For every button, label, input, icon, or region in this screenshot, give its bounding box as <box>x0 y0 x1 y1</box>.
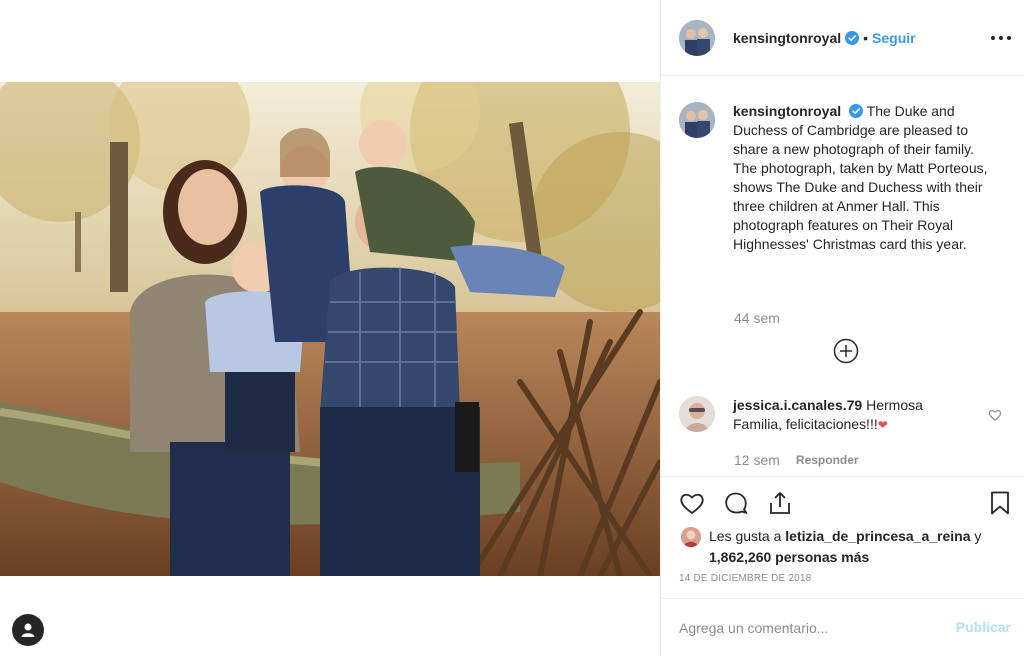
likes-joiner: y <box>974 528 982 544</box>
post-header: kensingtonroyal • Seguir <box>661 0 1024 76</box>
comment-icon[interactable] <box>723 490 749 516</box>
header-separator: • <box>863 29 869 46</box>
caption-timestamp[interactable]: 44 sem <box>734 310 780 326</box>
comment-input[interactable] <box>679 617 939 639</box>
heart-emoji: ❤ <box>877 418 888 432</box>
author-username[interactable]: kensingtonroyal <box>733 30 841 46</box>
publish-button[interactable]: Publicar <box>956 619 1011 635</box>
commenter-avatar[interactable] <box>679 396 715 432</box>
bookmark-icon[interactable] <box>987 490 1013 516</box>
caption-text-block: kensingtonroyal The Duke and Duchess of … <box>733 102 995 254</box>
post-caption: kensingtonroyal The Duke and Duchess of … <box>679 102 1009 254</box>
action-bar <box>661 476 1024 528</box>
post-side-panel: kensingtonroyal • Seguir kensingtonroyal <box>660 0 1024 656</box>
media-area <box>0 0 660 656</box>
verified-badge-icon <box>845 30 860 45</box>
heart-icon[interactable] <box>679 490 705 516</box>
likes-text: Les gusta a letizia_de_princesa_a_reina … <box>709 526 981 568</box>
comment-heart-icon[interactable] <box>988 408 1002 422</box>
likes-count[interactable]: 1,862,260 personas más <box>709 549 869 565</box>
add-comment-section: Publicar <box>661 598 1024 656</box>
plus-circle-icon[interactable] <box>833 338 859 364</box>
post-photo[interactable] <box>0 82 660 576</box>
caption-author-avatar[interactable] <box>679 102 715 138</box>
user-icon-button[interactable] <box>12 614 44 646</box>
comment-meta: 12 sem Responder <box>734 452 859 468</box>
reply-button[interactable]: Responder <box>796 453 859 467</box>
caption-username[interactable]: kensingtonroyal <box>733 103 841 119</box>
comment-item: jessica.i.canales.79 Hermosa Familia, fe… <box>679 396 1009 435</box>
author-avatar[interactable] <box>679 19 715 56</box>
user-icon <box>21 623 35 637</box>
likes-prefix: Les gusta a <box>709 528 782 544</box>
more-options-icon[interactable] <box>991 28 1011 48</box>
liker-username[interactable]: letizia_de_princesa_a_reina <box>785 528 970 544</box>
share-icon[interactable] <box>767 490 793 516</box>
caption-body: The Duke and Duchess of Cambridge are pl… <box>733 103 988 252</box>
commenter-username[interactable]: jessica.i.canales.79 <box>733 397 862 413</box>
follow-button[interactable]: Seguir <box>872 30 916 46</box>
post-date[interactable]: 14 DE DICIEMBRE DE 2018 <box>679 573 811 584</box>
verified-badge-icon <box>849 104 864 118</box>
likes-summary: Les gusta a letizia_de_princesa_a_reina … <box>681 526 1011 568</box>
liker-avatar[interactable] <box>681 527 701 547</box>
comment-timestamp[interactable]: 12 sem <box>734 452 780 468</box>
comment-text-block: jessica.i.canales.79 Hermosa Familia, fe… <box>733 396 973 435</box>
